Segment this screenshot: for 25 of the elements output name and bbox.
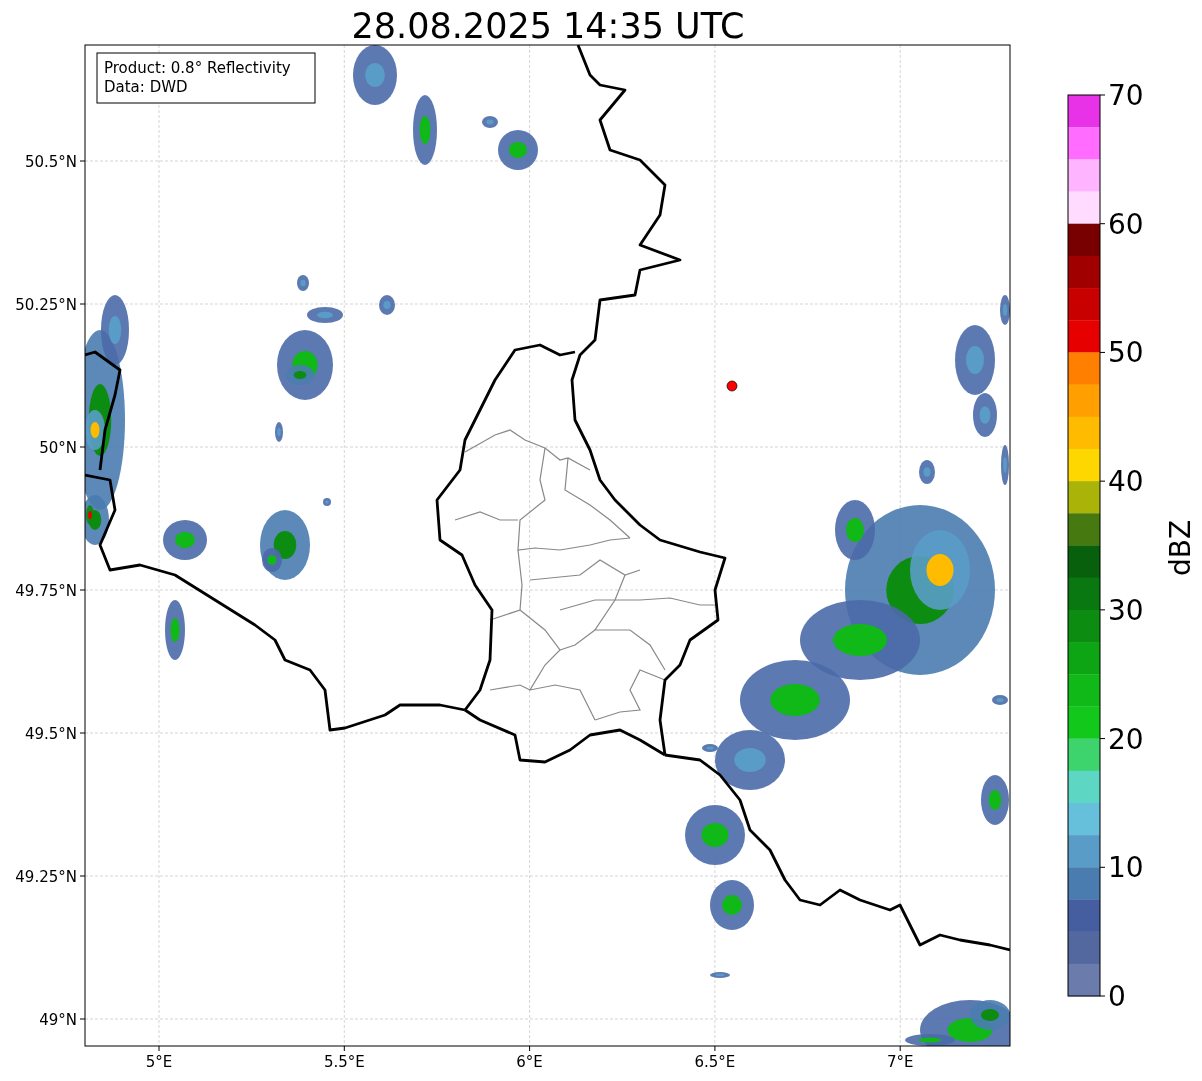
longitude-label: 5°E: [145, 1053, 173, 1071]
colorbar-tick-label: 40: [1108, 465, 1144, 499]
colorbar-tick-label: 30: [1108, 593, 1144, 627]
colorbar-tick-label: 20: [1108, 722, 1144, 756]
colorbar-tick-label: 70: [1108, 79, 1144, 112]
info-text: Data: DWD: [104, 78, 188, 96]
latitude-label: 49.75°N: [15, 582, 77, 600]
latitude-label: 49°N: [39, 1011, 77, 1029]
colorbar-tick-label: 10: [1108, 851, 1144, 885]
latitude-label: 49.5°N: [24, 725, 77, 743]
longitude-label: 6.5°E: [694, 1053, 736, 1071]
figure-title: 28.08.2025 14:35 UTC: [351, 6, 745, 46]
longitude-label: 7°E: [886, 1053, 914, 1071]
colorbar-tick-label: 60: [1108, 207, 1144, 241]
longitude-label: 5.5°E: [323, 1053, 365, 1071]
latitude-label: 49.25°N: [15, 868, 77, 886]
latitude-label: 50.5°N: [24, 153, 77, 171]
location-marker: [726, 380, 738, 392]
longitude-label: 6°E: [516, 1053, 543, 1071]
info-text: Product: 0.8° Reflectivity: [104, 59, 291, 77]
colorbar-tick-label: 50: [1108, 336, 1144, 370]
latitude-label: 50.25°N: [15, 296, 77, 314]
latitude-label: 50°N: [39, 439, 77, 457]
colorbar-tick-label: 0: [1108, 980, 1126, 1013]
colorbar-label: dBZ: [1164, 519, 1197, 577]
